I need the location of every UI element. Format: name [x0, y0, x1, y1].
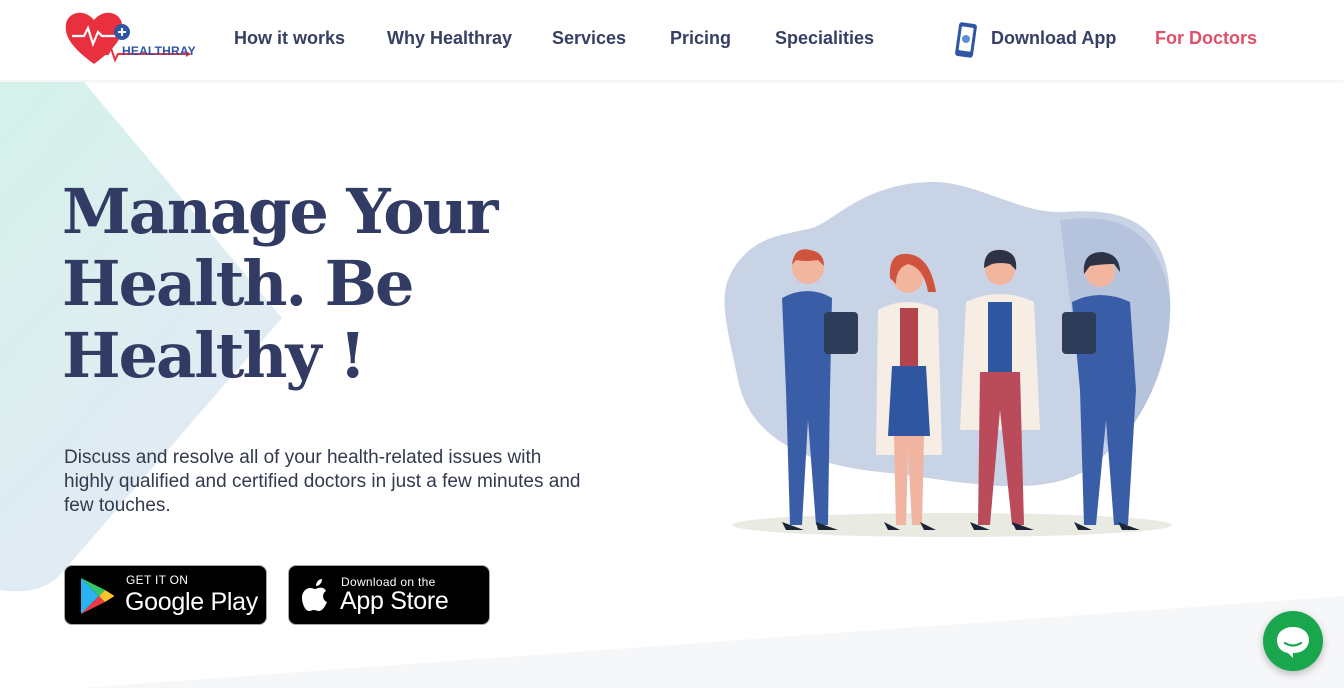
- app-store-button[interactable]: Download on the App Store: [288, 565, 490, 625]
- app-store-label: App Store: [340, 587, 449, 615]
- google-play-small-label: GET IT ON: [126, 573, 189, 587]
- google-play-icon: [81, 578, 114, 614]
- top-navbar: HEALTHRAY How it works Why Healthray Ser…: [0, 0, 1344, 80]
- healthray-logo[interactable]: HEALTHRAY: [64, 8, 196, 68]
- heart-logo-icon: [65, 12, 191, 64]
- nav-specialities[interactable]: Specialities: [775, 28, 874, 49]
- phone-icon[interactable]: [953, 22, 979, 58]
- google-play-button[interactable]: GET IT ON Google Play: [64, 565, 267, 625]
- nav-services[interactable]: Services: [552, 28, 626, 49]
- chat-bubble-icon: [1277, 627, 1309, 658]
- google-play-label: Google Play: [125, 588, 258, 616]
- nav-for-doctors[interactable]: For Doctors: [1155, 28, 1257, 49]
- hero-title: Manage Your Health. Be Healthy !: [62, 175, 498, 392]
- apple-icon: [302, 579, 327, 611]
- nav-why-healthray[interactable]: Why Healthray: [387, 28, 512, 49]
- logo-text: HEALTHRAY: [122, 44, 196, 58]
- doctors-illustration: [724, 181, 1172, 537]
- hero-description: Discuss and resolve all of your health-r…: [64, 447, 581, 516]
- nav-how-it-works[interactable]: How it works: [234, 28, 345, 49]
- chat-button[interactable]: [1263, 611, 1323, 671]
- nav-pricing[interactable]: Pricing: [670, 28, 731, 49]
- nav-download-app[interactable]: Download App: [991, 28, 1116, 49]
